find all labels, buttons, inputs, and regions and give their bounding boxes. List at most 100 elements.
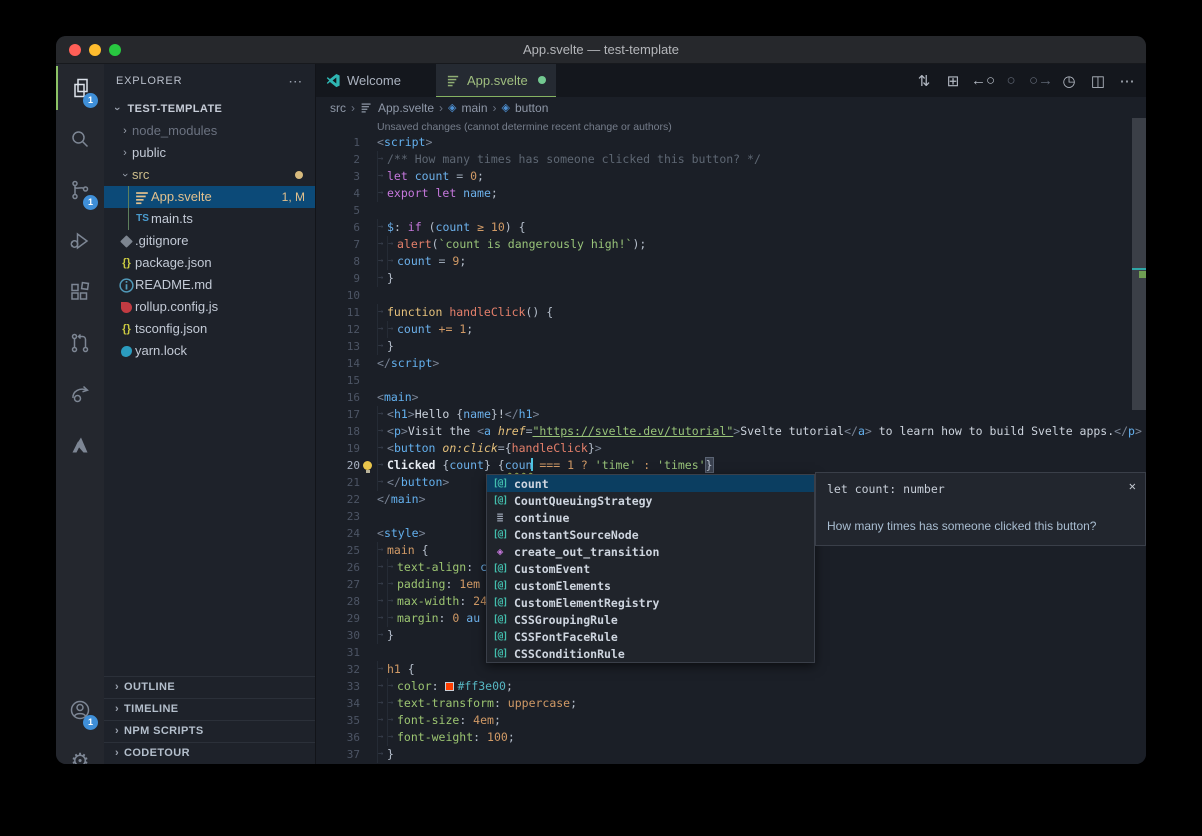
settings-gear-icon[interactable]: ⚙ [56,739,104,764]
line-number[interactable]: 8 [316,253,360,270]
extensions-icon[interactable] [56,270,104,314]
line-number[interactable]: 27 [316,576,360,593]
sidebar-section-npm-scripts[interactable]: ›NPM SCRIPTS [104,720,315,742]
line-number[interactable]: 34 [316,695,360,712]
code-editor[interactable]: Unsaved changes (cannot determine recent… [316,118,1146,764]
azure-icon[interactable] [56,423,104,467]
live-share-icon[interactable] [56,372,104,416]
workspace-root-folder[interactable]: › TEST-TEMPLATE [104,98,315,120]
code-line-2[interactable]: 2→/** How many times has someone clicked… [316,151,1132,168]
breadcrumb-item-main[interactable]: main [462,101,488,115]
tab-app-svelte[interactable]: App.svelte [436,64,556,97]
line-number[interactable]: 9 [316,270,360,287]
suggestion-countqueuingstrategy[interactable]: [@]CountQueuingStrategy [487,492,814,509]
file-tree-item-node-modules[interactable]: ›node_modules [104,120,315,142]
code-line-8[interactable]: 8→→count = 9; [316,253,1132,270]
lightbulb-icon[interactable] [363,461,372,470]
sidebar-section-outline[interactable]: ›OUTLINE [104,676,315,698]
line-number[interactable]: 4 [316,185,360,202]
file-tree-item-app-svelte[interactable]: App.svelte1, M [104,186,315,208]
file-tree-item-gitignore[interactable]: .gitignore [104,230,315,252]
code-line-5[interactable]: 5 [316,202,1132,219]
run-and-debug-icon[interactable] [56,219,104,263]
line-number[interactable]: 29 [316,610,360,627]
line-number[interactable]: 26 [316,559,360,576]
close-icon[interactable]: ✕ [1129,479,1136,493]
suggestion-customelementregistry[interactable]: [@]CustomElementRegistry [487,594,814,611]
file-tree-item-package-json[interactable]: {}package.json [104,252,315,274]
code-line-32[interactable]: 32→h1 { [316,661,1132,678]
next-change-icon[interactable]: ○→ [1029,72,1051,89]
line-number[interactable]: 33 [316,678,360,695]
explorer-icon[interactable]: 1 [56,66,104,110]
line-number[interactable]: 5 [316,202,360,219]
editor-scrollbar[interactable] [1132,118,1146,410]
code-line-16[interactable]: 16<main> [316,389,1132,406]
code-line-7[interactable]: 7→→alert(`count is dangerously high!`); [316,236,1132,253]
breadcrumb-item-src[interactable]: src [330,101,346,115]
sidebar-section-codetour[interactable]: ›CODETOUR [104,742,315,764]
code-line-19[interactable]: 19→<button on:click={handleClick}> [316,440,1132,457]
line-number[interactable]: 14 [316,355,360,372]
code-line-35[interactable]: 35→→font-size: 4em; [316,712,1132,729]
line-number[interactable]: 11 [316,304,360,321]
line-number[interactable]: 13 [316,338,360,355]
line-number[interactable]: 24 [316,525,360,542]
line-number[interactable]: 2 [316,151,360,168]
line-number[interactable]: 17 [316,406,360,423]
suggestion-cssgroupingrule[interactable]: [@]CSSGroupingRule [487,611,814,628]
file-tree-item-public[interactable]: ›public [104,142,315,164]
source-control-icon[interactable]: 1 [56,168,104,212]
line-number[interactable]: 32 [316,661,360,678]
line-number[interactable]: 19 [316,440,360,457]
code-line-37[interactable]: 37→} [316,746,1132,763]
previous-change-icon[interactable]: ←○ [971,72,993,89]
code-line-15[interactable]: 15 [316,372,1132,389]
compare-changes-icon[interactable]: ⇅ [913,72,935,90]
code-line-18[interactable]: 18→<p>Visit the <a href="https://svelte.… [316,423,1132,440]
line-number[interactable]: 25 [316,542,360,559]
file-tree-item-readme-md[interactable]: README.md [104,274,315,296]
code-line-13[interactable]: 13→} [316,338,1132,355]
code-line-36[interactable]: 36→→font-weight: 100; [316,729,1132,746]
line-number[interactable]: 1 [316,134,360,151]
line-number[interactable]: 20 [316,457,360,474]
line-number[interactable]: 6 [316,219,360,236]
current-change-icon[interactable]: ○ [1000,72,1022,89]
line-number[interactable]: 30 [316,627,360,644]
suggestion-count[interactable]: [@]count [487,475,814,492]
code-line-9[interactable]: 9→} [316,270,1132,287]
line-number[interactable]: 15 [316,372,360,389]
line-number[interactable]: 37 [316,746,360,763]
code-line-11[interactable]: 11→function handleClick() { [316,304,1132,321]
code-line-34[interactable]: 34→→text-transform: uppercase; [316,695,1132,712]
search-icon[interactable] [56,117,104,161]
breadcrumb-item-app-svelte[interactable]: App.svelte [378,101,434,115]
code-line-3[interactable]: 3→let count = 0; [316,168,1132,185]
suggestion-customevent[interactable]: [@]CustomEvent [487,560,814,577]
split-editor-icon[interactable]: ◫ [1087,72,1109,90]
line-number[interactable]: 16 [316,389,360,406]
suggestion-continue[interactable]: ≣continue [487,509,814,526]
code-line-1[interactable]: 1<script> [316,134,1132,151]
line-number[interactable]: 31 [316,644,360,661]
more-actions-icon[interactable]: ⋯ [1116,72,1138,90]
suggestion-cssconditionrule[interactable]: [@]CSSConditionRule [487,645,814,662]
code-line-10[interactable]: 10 [316,287,1132,304]
line-number[interactable]: 7 [316,236,360,253]
code-line-33[interactable]: 33→→color: #ff3e00; [316,678,1132,695]
code-line-12[interactable]: 12→→count += 1; [316,321,1132,338]
line-number[interactable]: 3 [316,168,360,185]
file-history-icon[interactable]: ◷ [1058,72,1080,90]
line-number[interactable]: 23 [316,508,360,525]
line-number[interactable]: 18 [316,423,360,440]
suggestion-customelements[interactable]: [@]customElements [487,577,814,594]
file-tree-item-rollup-config-js[interactable]: rollup.config.js [104,296,315,318]
line-number[interactable]: 36 [316,729,360,746]
breadcrumb-item-button[interactable]: button [515,101,548,115]
github-pull-requests-icon[interactable] [56,321,104,365]
tab-welcome[interactable]: Welcome [316,64,436,97]
sidebar-section-timeline[interactable]: ›TIMELINE [104,698,315,720]
line-number[interactable]: 28 [316,593,360,610]
line-number[interactable]: 21 [316,474,360,491]
